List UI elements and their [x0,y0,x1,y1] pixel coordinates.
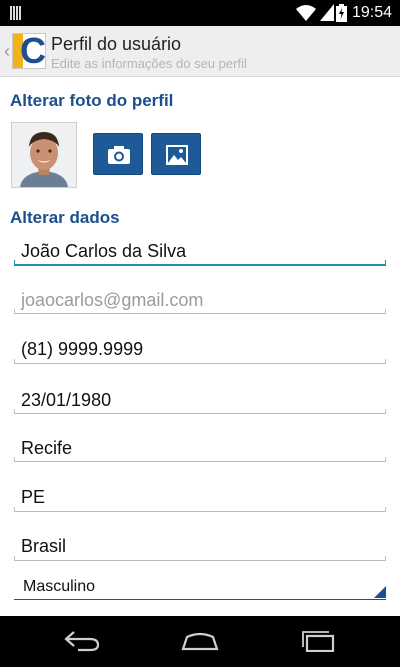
avatar [11,122,77,188]
status-clock: 19:54 [352,4,393,21]
app-logo[interactable]: C [12,30,46,71]
back-icon[interactable] [64,630,100,652]
status-bar: 19:54 [0,0,400,26]
home-icon[interactable] [181,630,219,652]
notification-icon [10,6,22,20]
choose-from-gallery-button[interactable] [151,133,201,175]
email-placeholder: joaocarlos@gmail.com [21,290,204,310]
signal-icon [320,4,334,21]
name-field[interactable]: João Carlos da Silva [14,235,386,267]
page-title: Perfil do usuário [51,34,182,54]
take-photo-button[interactable] [93,133,143,175]
action-bar: ‹ C Perfil do usuário Edite as informaçõ… [0,26,400,77]
profile-photo [12,123,76,187]
photo-section-title: Alterar foto do perfil [10,91,174,110]
data-section-title: Alterar dados [10,208,120,227]
gender-select[interactable]: Masculino [14,575,386,603]
dropdown-arrow-icon [374,586,386,598]
wifi-icon [296,5,316,21]
state-value: PE [21,487,46,507]
battery-icon [336,4,347,22]
recent-apps-icon[interactable] [299,630,335,652]
camera-icon [108,146,130,164]
email-field[interactable]: joaocarlos@gmail.com [14,284,386,316]
state-field[interactable]: PE [14,482,386,514]
phone-value: (81) 9999.9999 [21,339,144,359]
birthdate-field[interactable]: 23/01/1980 [14,384,386,416]
country-field[interactable]: Brasil [14,531,386,563]
city-field[interactable]: Recife [14,432,386,464]
navigation-bar [0,616,400,667]
gender-selected-value: Masculino [23,578,96,595]
page-subtitle: Edite as informações do seu perfil [51,56,247,71]
name-value: João Carlos da Silva [21,241,187,261]
country-value: Brasil [21,536,67,556]
birthdate-value: 23/01/1980 [21,390,112,410]
gallery-icon [166,145,188,165]
profile-form: Alterar foto do perfil Alterar dados Joã… [0,77,400,616]
logo-letter: C [20,30,46,71]
phone-field[interactable]: (81) 9999.9999 [14,334,386,366]
city-value: Recife [21,438,73,458]
back-chevron-icon[interactable]: ‹ [4,41,10,62]
